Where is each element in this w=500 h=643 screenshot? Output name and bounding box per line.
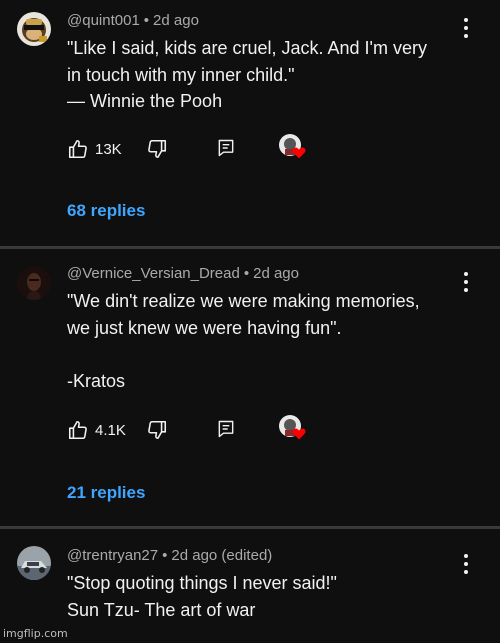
like-button[interactable]: 4.1K — [67, 419, 126, 441]
comment-line: we just knew we were having fun". — [67, 317, 342, 338]
comment-meta: @trentryan27 • 2d ago (edited) — [67, 547, 272, 564]
author-handle[interactable]: @trentryan27 — [67, 547, 158, 564]
meta-separator: • — [143, 12, 150, 29]
dislike-button[interactable] — [146, 138, 168, 160]
thumbs-down-icon — [148, 139, 167, 159]
like-count: 4.1K — [95, 421, 126, 439]
meta-separator: • — [243, 265, 250, 282]
meta-separator: • — [162, 547, 168, 564]
dark-portrait-avatar-icon — [17, 266, 51, 300]
reply-comment-icon — [218, 420, 234, 438]
avatar[interactable] — [17, 12, 51, 46]
like-count: 13K — [95, 140, 122, 158]
comment-divider — [0, 246, 500, 249]
comment-line — [67, 341, 487, 368]
comment-line: — Winnie the Pooh — [67, 91, 223, 111]
comment-text: "We din't realize we were making memorie… — [67, 288, 487, 394]
avatar[interactable] — [17, 546, 51, 580]
dislike-button[interactable] — [146, 419, 168, 441]
comment-line: in touch with my inner child." — [67, 64, 295, 85]
comment-line: "We din't realize we were making memorie… — [67, 291, 420, 311]
thumbs-down-icon — [148, 420, 167, 440]
creator-heart — [279, 134, 309, 164]
comment-actions: 4.1K — [67, 415, 487, 445]
monkey-avatar-icon — [17, 12, 51, 46]
reply-comment-icon — [218, 139, 234, 157]
avatar[interactable] — [17, 266, 51, 300]
creator-heart — [279, 415, 309, 445]
author-handle[interactable]: @quint001 — [67, 12, 140, 29]
comment-line: -Kratos — [67, 370, 126, 391]
car-avatar-icon — [17, 546, 51, 580]
comment-line: Sun Tzu- The art of war — [67, 599, 256, 620]
comment-meta: @Vernice_Versian_Dread • 2d ago — [67, 265, 299, 282]
comment-actions: 13K — [67, 134, 487, 164]
comment-meta: @quint001 • 2d ago — [67, 12, 199, 29]
timestamp: 2d ago — [153, 12, 199, 29]
timestamp: 2d ago (edited) — [171, 547, 273, 564]
thumbs-up-icon — [68, 420, 87, 440]
timestamp: 2d ago — [253, 265, 299, 282]
heart-icon — [292, 428, 306, 440]
view-replies-link[interactable]: 21 replies — [67, 483, 145, 503]
comment-line: "Like I said, kids are cruel, Jack. And … — [67, 38, 427, 58]
author-handle[interactable]: @Vernice_Versian_Dread — [67, 265, 240, 282]
reply-button[interactable] — [216, 419, 236, 439]
comment-divider — [0, 526, 500, 529]
watermark: imgflip.com — [3, 627, 68, 640]
thumbs-up-icon — [68, 139, 87, 159]
comment-line: "Stop quoting things I never said!" — [67, 573, 337, 593]
comment-text: "Stop quoting things I never said!" Sun … — [67, 570, 487, 623]
reply-button[interactable] — [216, 138, 236, 158]
view-replies-link[interactable]: 68 replies — [67, 201, 145, 221]
like-button[interactable]: 13K — [67, 138, 122, 160]
comment-text: "Like I said, kids are cruel, Jack. And … — [67, 35, 487, 115]
heart-icon — [292, 147, 306, 159]
